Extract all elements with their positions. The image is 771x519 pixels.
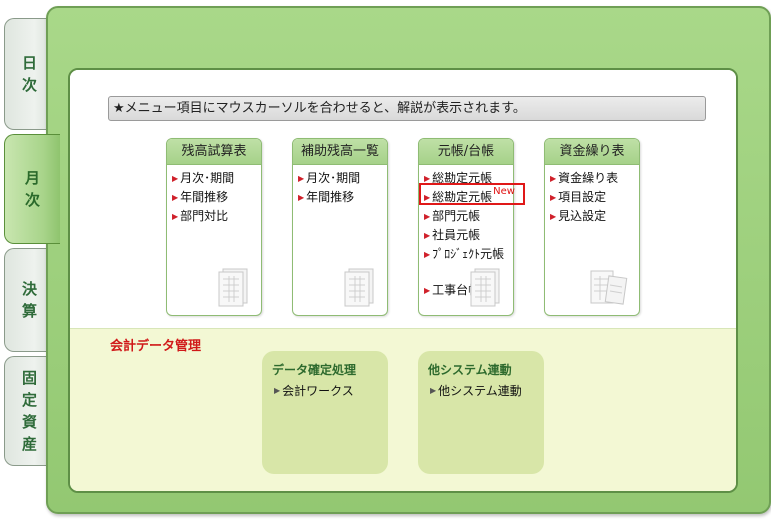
section-title: 会計データ管理 [110, 339, 202, 354]
menu-item-department-compare[interactable]: ▶ 部門対比 [172, 207, 261, 226]
menu-item-label: 月次･期間 [180, 171, 235, 185]
menu-panel: ★メニュー項目にマウスカーソルを合わせると、解説が表示されます。 残高試算表 ▶… [68, 68, 738, 493]
card-title: 補助残高一覧 [293, 139, 387, 165]
menu-item-general-ledger-new[interactable]: ▶ 総勘定元帳 New [424, 186, 515, 207]
tab-fixed-assets-char-3: 資 [21, 413, 37, 431]
tab-monthly-char-1: 月 [24, 169, 40, 187]
tab-fixed-assets-char-2: 定 [21, 391, 37, 409]
ledger-sheet-icon [218, 268, 248, 307]
menu-item-label: 総勘定元帳 [432, 171, 493, 185]
menu-item-project-ledger[interactable]: ▶ ﾌﾟﾛｼﾞｪｸﾄ元帳 [424, 245, 513, 264]
menu-item-label: ﾌﾟﾛｼﾞｪｸﾄ元帳 [432, 247, 505, 261]
box-title: データ確定処理 [272, 363, 357, 377]
menu-item-annual-trend[interactable]: ▶ 年間推移 [298, 188, 387, 207]
bullet-arrow-icon: ▶ [430, 386, 437, 395]
cash-flow-sheet-icon [590, 270, 628, 305]
bullet-arrow-icon: ▶ [298, 193, 305, 202]
menu-item-monthly-period[interactable]: ▶ 月次･期間 [298, 169, 387, 188]
accounting-data-area: 会計データ管理 データ確定処理 ▶ 会計ワークス 他システム連動 ▶ 他システム連動 [70, 328, 736, 491]
menu-item-label: 項目設定 [558, 190, 607, 204]
menu-item-label: 見込設定 [558, 209, 607, 223]
bullet-arrow-icon: ▶ [424, 193, 431, 202]
card-title: 資金繰り表 [545, 139, 639, 165]
tab-daily-char-2: 次 [21, 76, 37, 94]
menu-item-label: 会計ワークス [282, 384, 354, 398]
bullet-arrow-icon: ▶ [550, 174, 557, 183]
menu-item-label: 年間推移 [180, 190, 229, 204]
box-other-system: 他システム連動 ▶ 他システム連動 [418, 351, 544, 474]
menu-item-accounting-works[interactable]: ▶ 会計ワークス [274, 382, 388, 399]
card-title: 元帳/台帳 [419, 139, 513, 165]
hint-bar: ★メニュー項目にマウスカーソルを合わせると、解説が表示されます。 [108, 96, 706, 121]
new-badge: New [493, 186, 515, 197]
menu-item-label: 部門元帳 [432, 209, 481, 223]
monthly-menu-area: ★メニュー項目にマウスカーソルを合わせると、解説が表示されます。 残高試算表 ▶… [70, 70, 736, 328]
bullet-arrow-icon: ▶ [424, 286, 431, 295]
card-title: 残高試算表 [167, 139, 261, 165]
bullet-arrow-icon: ▶ [172, 174, 179, 183]
menu-item-department-ledger[interactable]: ▶ 部門元帳 [424, 207, 513, 226]
ledger-sheet-icon [344, 268, 374, 307]
ledger-sheet-icon [470, 268, 500, 307]
tab-daily-char-1: 日 [21, 54, 37, 72]
tab-fixed-assets-char-1: 固 [21, 369, 37, 387]
menu-item-label: 資金繰り表 [558, 171, 619, 185]
tab-settlement-char-1: 決 [21, 280, 37, 298]
menu-item-annual-trend[interactable]: ▶ 年間推移 [172, 188, 261, 207]
menu-item-forecast-settings[interactable]: ▶ 見込設定 [550, 207, 639, 226]
menu-item-cash-flow-table[interactable]: ▶ 資金繰り表 [550, 169, 639, 188]
bullet-arrow-icon: ▶ [424, 212, 431, 221]
card-cash-flow: 資金繰り表 ▶ 資金繰り表 ▶ 項目設定 ▶ 見込設定 [544, 138, 640, 316]
card-subsidiary-balance: 補助残高一覧 ▶ 月次･期間 ▶ 年間推移 [292, 138, 388, 316]
card-ledger: 元帳/台帳 ▶ 総勘定元帳 ▶ 総勘定元帳 New ▶ 部門元帳 ▶ 社員元帳 ▶ ﾌﾟﾛｼ… [418, 138, 525, 316]
card-trial-balance: 残高試算表 ▶ 月次･期間 ▶ 年間推移 ▶ 部門対比 [166, 138, 262, 316]
tab-fixed-assets-char-4: 産 [21, 435, 37, 453]
menu-item-label: 社員元帳 [432, 228, 481, 242]
bullet-arrow-icon: ▶ [274, 386, 281, 395]
tab-monthly-char-2: 次 [24, 191, 40, 209]
bullet-arrow-icon: ▶ [424, 174, 431, 183]
bullet-arrow-icon: ▶ [172, 212, 179, 221]
bullet-arrow-icon: ▶ [550, 193, 557, 202]
menu-item-label: 他システム連動 [438, 384, 522, 398]
box-data-finalize: データ確定処理 ▶ 会計ワークス [262, 351, 388, 474]
menu-item-label: 部門対比 [180, 209, 229, 223]
bullet-arrow-icon: ▶ [298, 174, 305, 183]
menu-item-label: 月次･期間 [306, 171, 361, 185]
menu-item-monthly-period[interactable]: ▶ 月次･期間 [172, 169, 261, 188]
menu-item-employee-ledger[interactable]: ▶ 社員元帳 [424, 226, 513, 245]
tab-settlement-char-2: 算 [21, 302, 37, 320]
box-title: 他システム連動 [428, 363, 512, 377]
bullet-arrow-icon: ▶ [424, 250, 431, 259]
menu-item-item-settings[interactable]: ▶ 項目設定 [550, 188, 639, 207]
bullet-arrow-icon: ▶ [172, 193, 179, 202]
menu-item-other-system-link[interactable]: ▶ 他システム連動 [430, 382, 544, 399]
menu-item-label: 総勘定元帳 [432, 190, 493, 204]
menu-item-label: 年間推移 [306, 190, 355, 204]
tab-monthly[interactable]: 月 次 [4, 134, 60, 244]
bullet-arrow-icon: ▶ [424, 231, 431, 240]
bullet-arrow-icon: ▶ [550, 212, 557, 221]
